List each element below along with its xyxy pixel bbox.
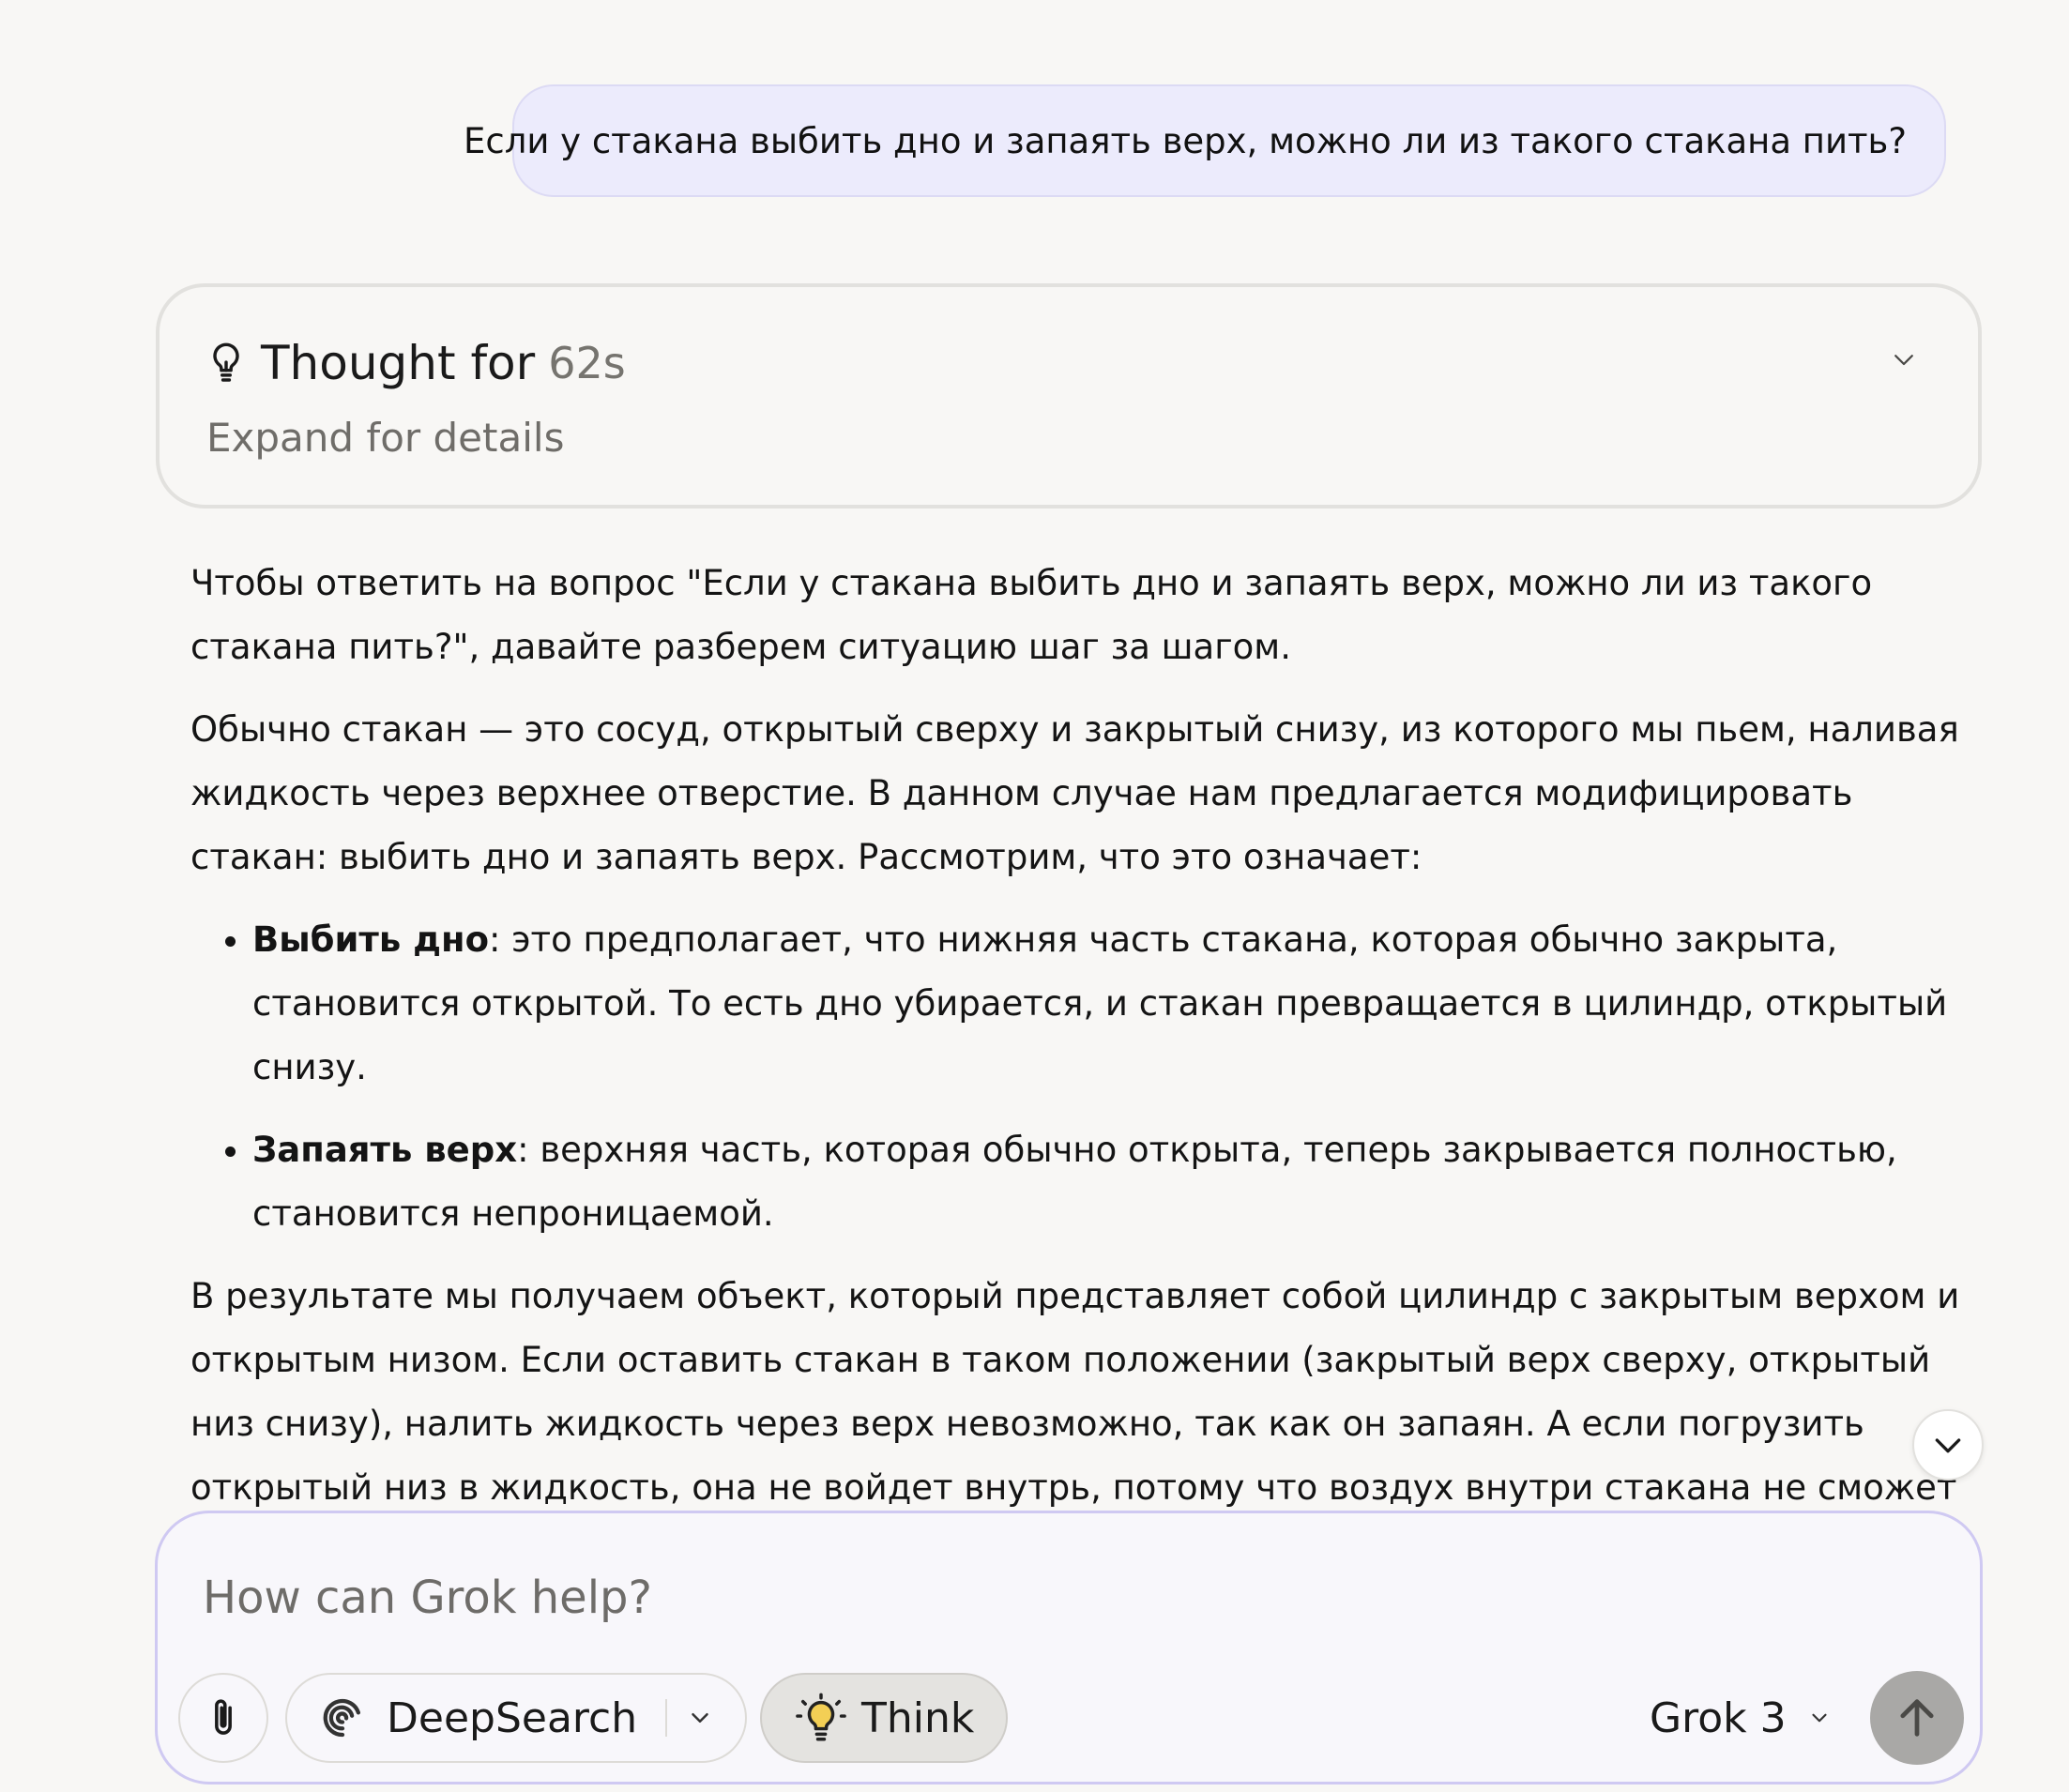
thought-card[interactable]: Thought for 62s Expand for details [156,283,1982,509]
thought-expand-hint: Expand for details [206,415,565,461]
answer-bullet-item: Выбить дно: это предполагает, что нижняя… [252,908,1964,1100]
bullet-text: : это предполагает, что нижняя часть ста… [252,919,1948,1087]
answer-bullet-list: Выбить дно: это предполагает, что нижняя… [190,908,1964,1246]
chevron-down-icon [1935,1438,1961,1453]
deepsearch-button[interactable]: DeepSearch [287,1675,637,1761]
deepsearch-button-group: DeepSearch [285,1673,747,1763]
assistant-answer: Чтобы ответить на вопрос "Если у стакана… [190,552,1964,1509]
deepsearch-label: DeepSearch [387,1693,638,1742]
attach-button[interactable] [178,1673,268,1763]
thought-header: Thought for 62s [206,336,626,390]
user-message-bubble: Если у стакана выбить дно и запаять верх… [464,84,1946,197]
bullet-term: Запаять верх [252,1130,518,1170]
model-label: Grok 3 [1650,1693,1787,1742]
send-button[interactable] [1870,1671,1964,1765]
answer-paragraph: В результате мы получаем объект, который… [190,1276,1960,1508]
answer-paragraph: Чтобы ответить на вопрос "Если у стакана… [190,563,1873,667]
scroll-to-bottom-button[interactable] [1912,1409,1984,1481]
thought-duration: 62s [548,338,626,388]
think-toggle-button[interactable]: Think [760,1673,1008,1763]
paperclip-icon [215,1699,232,1735]
composer: DeepSearch Think Grok 3 [155,1511,1983,1784]
prompt-input[interactable] [201,1564,1800,1632]
chevron-down-icon[interactable] [1890,345,1918,373]
user-message-text: Если у стакана выбить дно и запаять верх… [463,120,1907,161]
thought-title: Thought for [261,336,536,390]
deepsearch-options-button[interactable] [667,1675,733,1761]
model-selector[interactable]: Grok 3 [1650,1673,1832,1763]
answer-bullet-item: Запаять верх: верхняя часть, которая обы… [252,1118,1964,1246]
deepsearch-swirl-icon [323,1698,361,1738]
answer-paragraph: Обычно стакан — это сосуд, открытый свер… [190,709,1959,877]
chat-page: Если у стакана выбить дно и запаять верх… [0,0,2069,1792]
think-label: Think [861,1693,975,1742]
chevron-down-icon [1812,1713,1827,1723]
arrow-up-icon [1900,1699,1934,1737]
lightbulb-icon [213,342,239,382]
chevron-down-icon [692,1713,708,1723]
lightbulb-icon [796,1693,846,1741]
bullet-term: Выбить дно [252,919,490,960]
